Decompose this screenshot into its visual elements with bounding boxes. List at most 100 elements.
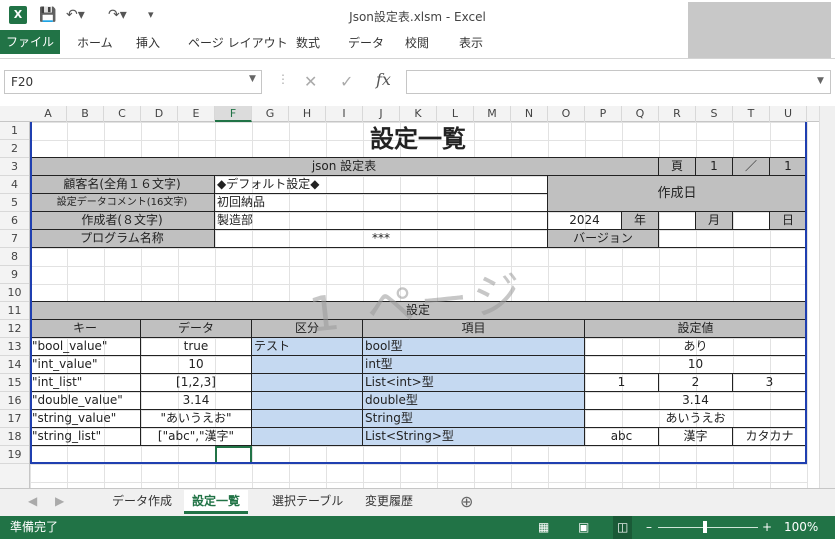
row-key[interactable]: "double_value" xyxy=(30,392,141,410)
row-kubun[interactable] xyxy=(252,392,363,410)
row-item[interactable]: int型 xyxy=(363,356,585,374)
column-header[interactable]: H xyxy=(289,106,326,122)
row-key[interactable]: "int_value" xyxy=(30,356,141,374)
tab-data[interactable]: データ xyxy=(348,34,384,51)
page-number[interactable]: 1 xyxy=(696,158,733,176)
row-data[interactable]: 10 xyxy=(141,356,252,374)
creator-value[interactable]: 製造部 xyxy=(215,212,548,230)
created-day[interactable] xyxy=(733,212,770,230)
row-data[interactable]: ["abc","漢字" xyxy=(141,428,252,446)
row-value[interactable]: 3 xyxy=(733,374,807,392)
customer-label[interactable]: 顧客名(全角１６文字) xyxy=(30,176,215,194)
expand-formula-icon[interactable]: ▼ xyxy=(817,76,824,86)
zoom-out-icon[interactable]: – xyxy=(646,516,652,539)
tab-file[interactable]: ファイル xyxy=(0,30,60,54)
tab-page-layout[interactable]: ページ レイアウト xyxy=(188,34,288,51)
row-key[interactable]: "string_list" xyxy=(30,428,141,446)
column-header[interactable]: I xyxy=(326,106,363,122)
row-header[interactable]: 17 xyxy=(0,410,29,428)
zoom-thumb[interactable] xyxy=(703,521,707,533)
column-header[interactable]: R xyxy=(659,106,696,122)
sheet-title[interactable]: 設定一覧 xyxy=(30,122,807,158)
column-header[interactable]: O xyxy=(548,106,585,122)
zoom-slider[interactable] xyxy=(658,527,758,528)
column-header[interactable]: G xyxy=(252,106,289,122)
row-header[interactable]: 3 xyxy=(0,158,29,176)
column-header[interactable]: N xyxy=(511,106,548,122)
row-kubun[interactable] xyxy=(252,410,363,428)
row-value[interactable]: 1 xyxy=(585,374,659,392)
row-kubun[interactable] xyxy=(252,356,363,374)
month-label[interactable]: 月 xyxy=(696,212,733,230)
row-item[interactable]: double型 xyxy=(363,392,585,410)
sheet-tab-select-table[interactable]: 選択テーブル xyxy=(264,490,351,514)
column-header[interactable]: M xyxy=(474,106,511,122)
created-year[interactable]: 2024 xyxy=(548,212,622,230)
column-header[interactable]: C xyxy=(104,106,141,122)
tab-insert[interactable]: 挿入 xyxy=(136,34,160,51)
row-item[interactable]: List<int>型 xyxy=(363,374,585,392)
row-header[interactable]: 16 xyxy=(0,392,29,410)
vertical-scrollbar[interactable] xyxy=(819,106,835,488)
row-header[interactable]: 9 xyxy=(0,266,29,284)
column-header[interactable]: T xyxy=(733,106,770,122)
row-header[interactable]: 8 xyxy=(0,248,29,266)
row-value[interactable]: カタカナ xyxy=(733,428,807,446)
row-value[interactable]: あいうえお xyxy=(585,410,807,428)
version-value[interactable] xyxy=(659,230,807,248)
row-item[interactable]: List<String>型 xyxy=(363,428,585,446)
header-setting[interactable]: 設定値 xyxy=(585,320,807,338)
column-header[interactable]: A xyxy=(30,106,67,122)
row-data[interactable]: 3.14 xyxy=(141,392,252,410)
row-value[interactable]: 3.14 xyxy=(585,392,807,410)
sheet-subtitle[interactable]: json 設定表 xyxy=(30,158,659,176)
row-header[interactable]: 14 xyxy=(0,356,29,374)
insert-function-icon[interactable]: fx xyxy=(376,70,391,89)
row-key[interactable]: "string_value" xyxy=(30,410,141,428)
column-header[interactable]: K xyxy=(400,106,437,122)
chevron-down-icon[interactable]: ▼ xyxy=(249,74,256,84)
column-header[interactable]: Q xyxy=(622,106,659,122)
row-value[interactable]: あり xyxy=(585,338,807,356)
comment-label[interactable]: 設定データコメント(16文字) xyxy=(30,194,215,212)
add-sheet-icon[interactable]: ⊕ xyxy=(460,492,473,511)
tab-home[interactable]: ホーム xyxy=(77,34,113,51)
tab-review[interactable]: 校閲 xyxy=(405,34,429,51)
row-header[interactable]: 4 xyxy=(0,176,29,194)
row-kubun[interactable] xyxy=(252,428,363,446)
row-data[interactable]: true xyxy=(141,338,252,356)
normal-view-icon[interactable]: ▦ xyxy=(538,516,549,539)
column-header[interactable]: B xyxy=(67,106,104,122)
version-label[interactable]: バージョン xyxy=(548,230,659,248)
row-header[interactable]: 12 xyxy=(0,320,29,338)
sheet-tab-data-create[interactable]: データ作成 xyxy=(104,490,180,514)
tab-formulas[interactable]: 数式 xyxy=(296,34,320,51)
tab-next-icon[interactable]: ▶ xyxy=(55,494,64,508)
header-data[interactable]: データ xyxy=(141,320,252,338)
sheet-tab-history[interactable]: 変更履歴 xyxy=(357,490,421,514)
row-header[interactable]: 6 xyxy=(0,212,29,230)
sheet-tab-settings[interactable]: 設定一覧 xyxy=(184,490,249,514)
row-header[interactable]: 10 xyxy=(0,284,29,302)
column-header[interactable]: J xyxy=(363,106,400,122)
row-header[interactable]: 18 xyxy=(0,428,29,446)
enter-icon[interactable]: ✓ xyxy=(340,72,353,91)
page-break-view-icon[interactable]: ◫ xyxy=(613,516,633,539)
tab-view[interactable]: 表示 xyxy=(459,34,483,51)
row-header[interactable]: 11 xyxy=(0,302,29,320)
column-header[interactable]: U xyxy=(770,106,807,122)
row-header[interactable]: 1 xyxy=(0,122,29,140)
page-label[interactable]: 頁 xyxy=(659,158,696,176)
tab-prev-icon[interactable]: ◀ xyxy=(28,494,37,508)
column-header[interactable]: P xyxy=(585,106,622,122)
row-value[interactable]: 漢字 xyxy=(659,428,733,446)
row-data[interactable]: [1,2,3] xyxy=(141,374,252,392)
program-label[interactable]: プログラム名称 xyxy=(30,230,215,248)
column-header[interactable]: D xyxy=(141,106,178,122)
row-header[interactable]: 13 xyxy=(0,338,29,356)
created-month[interactable] xyxy=(659,212,696,230)
formula-input[interactable] xyxy=(406,70,831,94)
year-label[interactable]: 年 xyxy=(622,212,659,230)
name-box[interactable]: F20 xyxy=(4,70,262,94)
column-header[interactable]: L xyxy=(437,106,474,122)
